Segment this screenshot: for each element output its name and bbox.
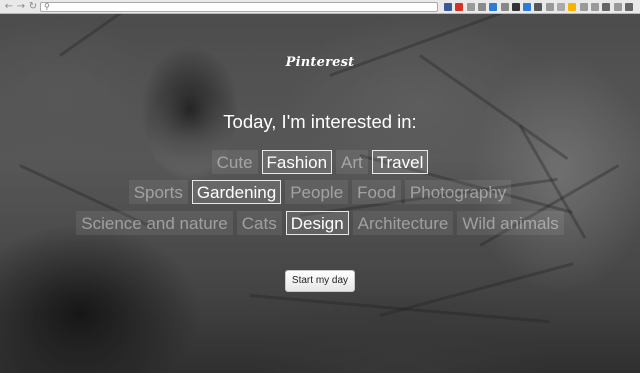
interest-tag-science-and-nature[interactable]: Science and nature [76, 211, 233, 235]
interest-tag-fashion[interactable]: Fashion [261, 150, 333, 174]
address-bar[interactable]: ⚲ [40, 2, 438, 12]
interest-tag-wild-animals[interactable]: Wild animals [457, 211, 564, 235]
box-icon[interactable] [557, 3, 565, 11]
interest-row-1: Cute Fashion Art Travel [0, 150, 640, 174]
interest-tag-food[interactable]: Food [352, 180, 401, 204]
interest-tag-art[interactable]: Art [336, 150, 368, 174]
clock-icon[interactable] [489, 3, 498, 11]
tab-icon[interactable] [590, 3, 599, 11]
window-icon[interactable] [579, 3, 588, 11]
interest-tag-photography[interactable]: Photography [404, 180, 512, 204]
browser-toolbar: ← → ↻ ⚲ [0, 0, 640, 14]
interest-tag-design[interactable]: Design [285, 211, 349, 235]
interest-tag-cute[interactable]: Cute [211, 150, 258, 174]
interest-row-3: Science and nature Cats Design Architecture… [0, 211, 640, 235]
forward-icon[interactable]: → [16, 1, 26, 12]
start-my-day-button[interactable]: Start my day [285, 270, 355, 292]
gmail-icon[interactable] [455, 3, 464, 11]
interest-tag-gardening[interactable]: Gardening [191, 180, 282, 204]
star-icon[interactable] [568, 3, 577, 11]
flash-icon[interactable] [511, 3, 520, 11]
power-icon[interactable] [602, 3, 611, 11]
card-icon[interactable] [613, 3, 622, 11]
photo-icon[interactable] [545, 3, 554, 11]
reload-icon[interactable]: ↻ [28, 1, 38, 12]
search-icon: ⚲ [44, 2, 50, 11]
interest-tag-people[interactable]: People [285, 180, 349, 204]
page-heading: Today, I'm interested in: [223, 111, 417, 132]
calendar-icon[interactable] [466, 3, 475, 11]
circle-icon[interactable] [534, 3, 543, 11]
interest-tag-sports[interactable]: Sports [128, 180, 188, 204]
interest-tag-cats[interactable]: Cats [236, 211, 282, 235]
interest-tag-architecture[interactable]: Architecture [352, 211, 454, 235]
interest-tag-travel[interactable]: Travel [371, 150, 429, 174]
bookmark-icon[interactable] [444, 3, 452, 11]
grid-icon[interactable] [500, 3, 509, 11]
pinterest-logo: Pinterest [285, 55, 355, 70]
menu-icon[interactable] [624, 3, 633, 11]
help-icon[interactable] [523, 3, 532, 11]
thumb-icon[interactable] [477, 3, 486, 11]
interest-row-2: Sports Gardening People Food Photography [0, 180, 640, 204]
back-icon[interactable]: ← [4, 1, 14, 12]
